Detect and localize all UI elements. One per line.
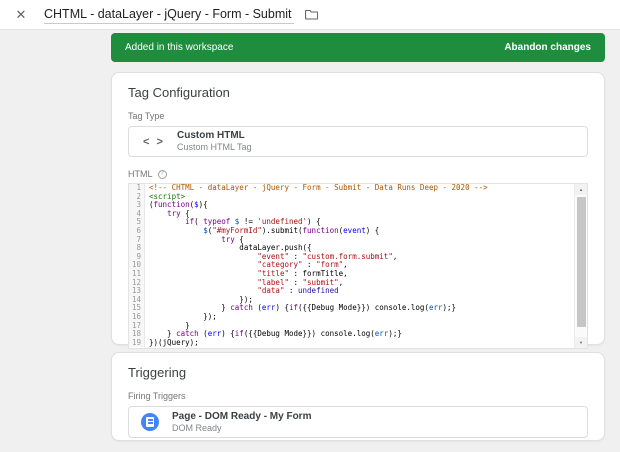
tag-type-label: Tag Type — [128, 111, 588, 121]
code-brackets-icon: < > — [143, 136, 177, 148]
folder-icon — [305, 9, 318, 20]
app-header: ✕ CHTML - dataLayer - jQuery - Form - Su… — [0, 0, 620, 30]
triggering-card: Triggering Firing Triggers Page - DOM Re… — [111, 352, 605, 441]
code-line: 1<!-- CHTML - dataLayer - jQuery - Form … — [129, 184, 573, 193]
scrollbar-thumb[interactable] — [577, 197, 586, 327]
tag-configuration-title: Tag Configuration — [128, 85, 588, 100]
code-line: 3(function($){ — [129, 201, 573, 210]
tag-type-selector[interactable]: < > Custom HTML Custom HTML Tag — [128, 126, 588, 157]
workspace-banner: Added in this workspace Abandon changes — [111, 33, 605, 62]
trigger-row[interactable]: Page - DOM Ready - My Form DOM Ready — [128, 406, 588, 438]
code-line: 19})(jQuery); — [129, 339, 573, 348]
html-field-label: HTML — [128, 169, 153, 179]
page-trigger-icon — [141, 413, 159, 431]
html-code-editor[interactable]: 1<!-- CHTML - dataLayer - jQuery - Form … — [128, 183, 588, 349]
tag-name-field[interactable]: CHTML - dataLayer - jQuery - Form - Subm… — [44, 6, 294, 24]
trigger-name: Page - DOM Ready - My Form — [172, 411, 311, 423]
tag-configuration-card: Tag Configuration Tag Type < > Custom HT… — [111, 72, 605, 345]
firing-triggers-label: Firing Triggers — [128, 391, 588, 401]
tag-type-name: Custom HTML — [177, 130, 252, 142]
code-line: 16 }); — [129, 313, 573, 322]
workspace-editor-content: Added in this workspace Abandon changes … — [111, 33, 605, 441]
scroll-down-icon: ▼ — [579, 340, 583, 345]
folder-button[interactable] — [303, 6, 321, 24]
scroll-up-icon: ▲ — [579, 187, 583, 192]
abandon-changes-button[interactable]: Abandon changes — [504, 42, 591, 53]
html-field-label-row: HTML ? — [128, 169, 588, 179]
editor-scrollbar[interactable]: ▲ ▼ — [574, 184, 587, 348]
close-icon: ✕ — [16, 7, 27, 22]
scroll-up-button[interactable]: ▲ — [575, 184, 587, 195]
help-icon[interactable]: ? — [158, 170, 167, 179]
close-button[interactable]: ✕ — [10, 4, 32, 26]
banner-message: Added in this workspace — [125, 42, 233, 53]
code-lines-container: 1<!-- CHTML - dataLayer - jQuery - Form … — [129, 184, 587, 347]
scroll-down-button[interactable]: ▼ — [575, 337, 587, 348]
trigger-type: DOM Ready — [172, 423, 311, 434]
tag-type-description: Custom HTML Tag — [177, 142, 252, 153]
triggering-title: Triggering — [128, 365, 588, 380]
